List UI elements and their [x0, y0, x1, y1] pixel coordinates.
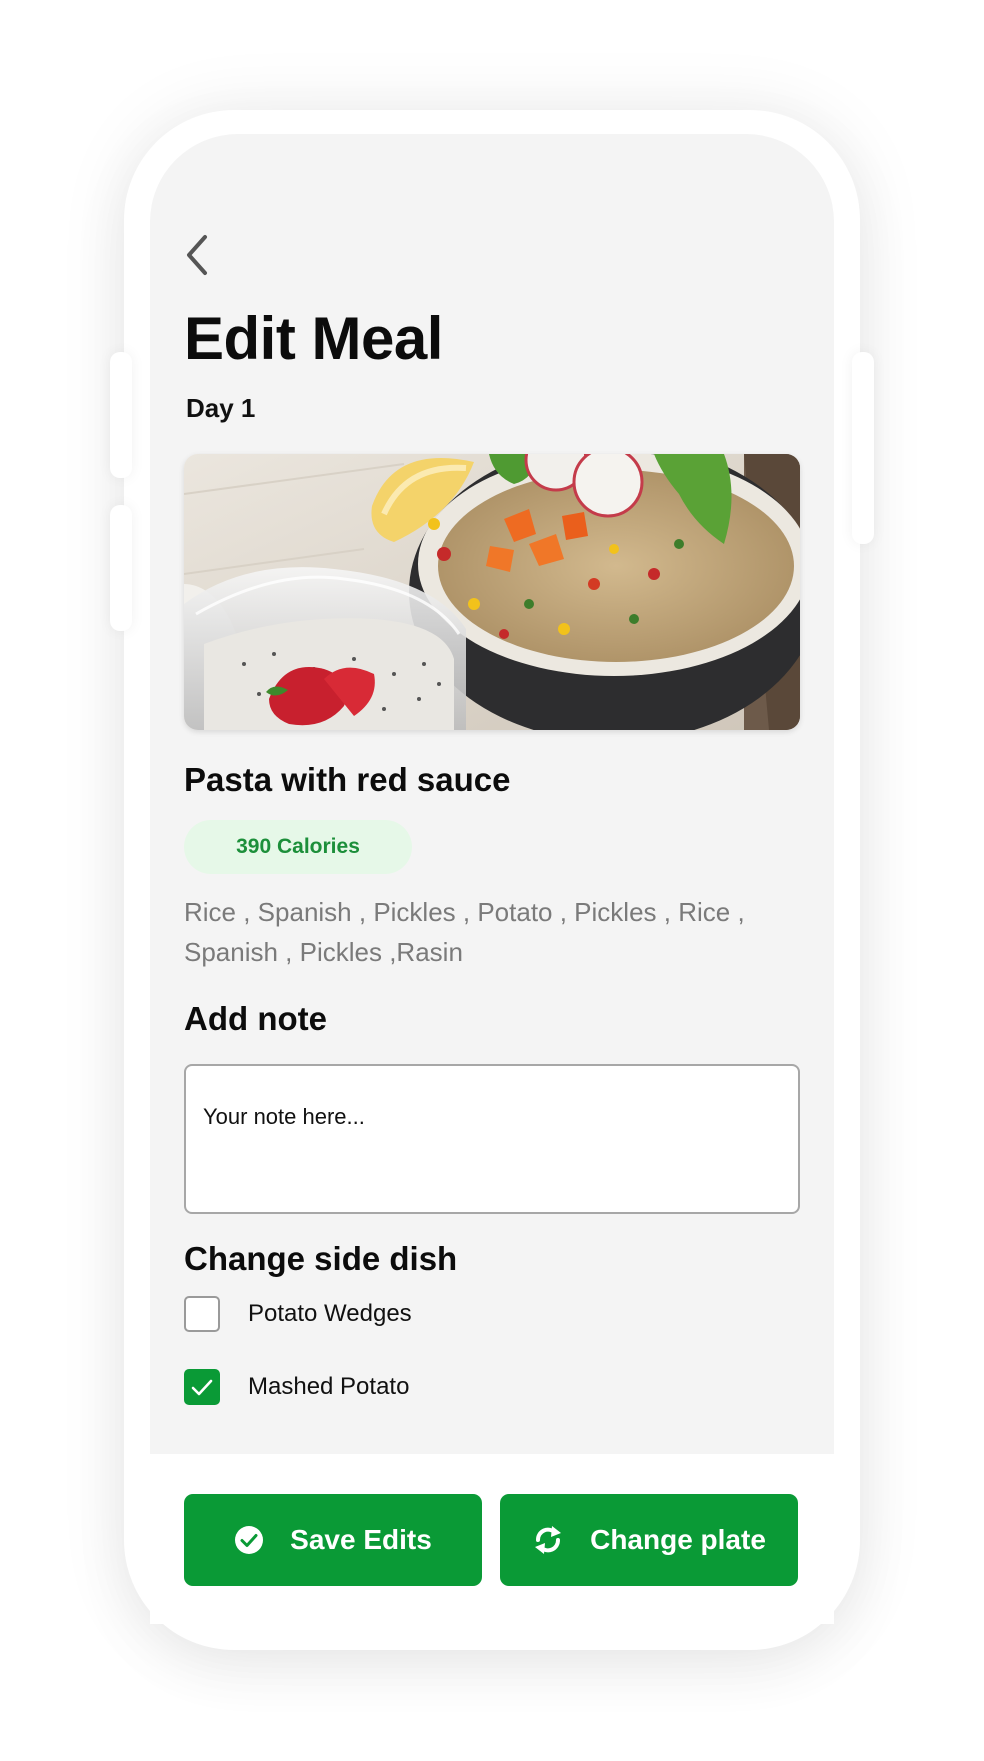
phone-power-button — [852, 352, 874, 544]
back-button[interactable] — [180, 232, 214, 278]
ingredients-text: Rice , Spanish , Pickles , Potato , Pick… — [184, 897, 745, 967]
page-title: Edit Meal — [184, 305, 443, 372]
side-dish-option[interactable]: Potato Wedges — [184, 1294, 412, 1334]
check-circle-icon — [234, 1525, 264, 1555]
save-edits-button[interactable]: Save Edits — [184, 1494, 482, 1586]
side-dish-heading: Change side dish — [184, 1240, 458, 1277]
save-edits-label: Save Edits — [290, 1524, 432, 1555]
change-plate-label: Change plate — [590, 1524, 766, 1555]
phone-volume-down-button — [110, 505, 132, 631]
checkbox-unchecked[interactable] — [184, 1296, 220, 1332]
phone-volume-up-button — [110, 352, 132, 478]
meal-image — [184, 454, 800, 730]
side-dish-option[interactable]: Mashed Potato — [184, 1367, 409, 1407]
change-plate-button[interactable]: Change plate — [500, 1494, 798, 1586]
calories-badge: 390 Calories — [184, 820, 412, 874]
refresh-icon — [532, 1524, 564, 1556]
side-dish-option-label: Mashed Potato — [248, 1373, 410, 1400]
note-input[interactable] — [184, 1064, 800, 1214]
day-label: Day 1 — [186, 393, 256, 423]
chevron-left-icon — [187, 235, 207, 275]
checkbox-checked[interactable] — [184, 1369, 220, 1405]
add-note-heading: Add note — [184, 1000, 327, 1037]
meal-name: Pasta with red sauce — [184, 761, 511, 798]
app-screen: Edit Meal Day 1 Pasta with red sauce 390… — [150, 134, 834, 1454]
checkmark-icon — [191, 1379, 213, 1396]
side-dish-option-label: Potato Wedges — [248, 1300, 412, 1327]
